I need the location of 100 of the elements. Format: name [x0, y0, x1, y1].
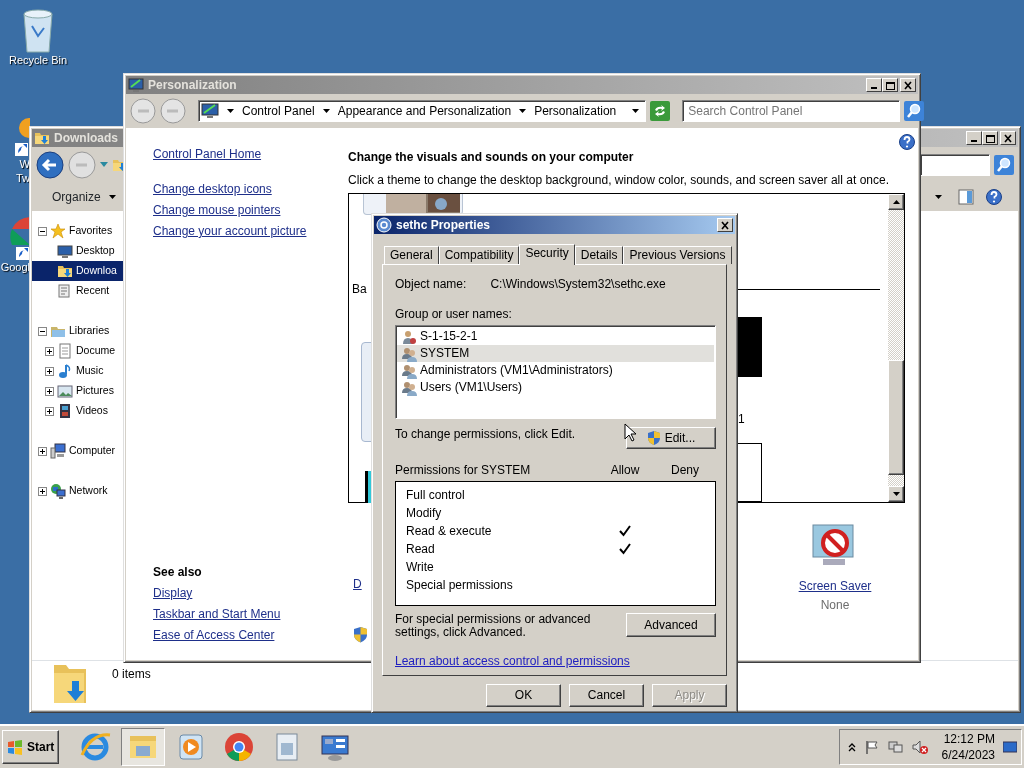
tab[interactable]: Previous Versions — [623, 246, 732, 264]
search-field[interactable] — [920, 154, 990, 176]
tree-item[interactable]: Recent — [32, 281, 124, 301]
advanced-button[interactable]: Advanced — [626, 613, 716, 637]
maximize-button[interactable] — [982, 131, 998, 145]
collapse-icon[interactable] — [38, 226, 47, 236]
task-link[interactable]: Change mouse pointers — [153, 200, 348, 221]
maximize-icon — [985, 133, 995, 143]
organize-button[interactable]: Organize — [44, 184, 124, 210]
videos-icon — [57, 403, 73, 419]
search-button[interactable] — [904, 101, 925, 121]
flag-icon[interactable] — [863, 739, 880, 755]
show-desktop-icon[interactable] — [1003, 741, 1017, 753]
tree-item[interactable]: Docume — [32, 341, 124, 361]
preview-pane-icon[interactable] — [958, 189, 974, 205]
scroll-up-button[interactable] — [888, 194, 904, 210]
tree-item[interactable]: Favorites — [32, 221, 124, 241]
screen-saver-link[interactable]: Screen Saver — [798, 579, 872, 594]
minimize-button[interactable] — [866, 78, 882, 92]
list-item[interactable]: SYSTEM — [397, 345, 714, 362]
dialog-button[interactable]: OK — [486, 684, 561, 707]
dropdown-icon[interactable] — [632, 109, 640, 113]
scrollbar[interactable] — [888, 194, 904, 502]
breadcrumb-item[interactable]: Appearance and Personalization — [337, 103, 512, 119]
arrow-up-icon — [892, 200, 900, 204]
back-button[interactable] — [36, 151, 64, 179]
breadcrumb-item[interactable]: Control Panel — [242, 103, 315, 119]
tab[interactable]: Details — [574, 246, 624, 264]
close-icon — [720, 220, 730, 230]
shortcut-icon — [13, 118, 30, 158]
edit-button[interactable]: Edit... — [626, 427, 716, 449]
page-heading: Change the visuals and sounds on your computer — [348, 150, 635, 165]
dropdown-icon[interactable] — [935, 195, 942, 199]
star-icon — [50, 223, 66, 239]
arrow-down-icon — [892, 492, 900, 496]
tree-item[interactable]: Pictures — [32, 381, 124, 401]
close-button[interactable] — [900, 78, 916, 92]
network-icon[interactable] — [887, 739, 904, 755]
expand-icon[interactable] — [38, 486, 47, 496]
tree-item[interactable]: Network — [32, 481, 124, 501]
tree-item[interactable]: Computer — [32, 441, 124, 461]
object-path: C:\Windows\System32\sethc.exe — [490, 277, 666, 292]
column-header: Deny — [670, 463, 700, 478]
see-also-link[interactable]: Ease of Access Center — [153, 625, 348, 646]
minimize-button[interactable] — [966, 131, 982, 145]
control-panel-icon — [128, 77, 144, 93]
status-text: 0 items — [112, 667, 151, 682]
expand-icon[interactable] — [38, 446, 47, 456]
tree-item[interactable]: Desktop — [32, 241, 124, 261]
list-item[interactable]: Users (VM1\Users) — [397, 379, 714, 396]
see-also-link[interactable]: Taskbar and Start Menu — [153, 604, 348, 625]
refresh-button[interactable] — [650, 101, 671, 121]
help-icon[interactable] — [899, 134, 915, 150]
minimize-icon — [871, 87, 877, 89]
tab[interactable]: General — [384, 246, 439, 264]
help-link[interactable]: Learn about access control and permissions — [395, 654, 716, 669]
task-link[interactable]: Change desktop icons — [153, 179, 348, 200]
task-link[interactable]: Control Panel Home — [153, 144, 348, 165]
recent-icon — [57, 283, 73, 299]
tree-item[interactable]: Libraries — [32, 321, 124, 341]
list-item[interactable]: Administrators (VM1\Administrators) — [397, 362, 714, 379]
close-button[interactable] — [1000, 131, 1016, 145]
dialog-button[interactable]: Cancel — [569, 684, 644, 707]
maximize-button[interactable] — [882, 78, 898, 92]
expand-icon[interactable] — [45, 406, 54, 416]
hint-text: For special permissions or advanced settings, click Advanced. — [395, 613, 592, 639]
close-icon — [903, 80, 913, 90]
search-field[interactable]: Search Control Panel — [682, 100, 901, 122]
caret-icon[interactable] — [322, 109, 330, 113]
caret-icon[interactable] — [227, 109, 234, 113]
start-button[interactable]: Start — [2, 730, 60, 764]
scroll-down-button[interactable] — [888, 486, 904, 502]
breadcrumb-item[interactable]: Personalization — [534, 103, 617, 119]
tree-item[interactable]: Videos — [32, 401, 124, 421]
list-item[interactable]: S-1-15-2-1 — [397, 328, 714, 345]
see-also-link[interactable]: Display — [153, 583, 348, 604]
tab[interactable]: Security — [519, 244, 575, 265]
collapse-icon[interactable] — [38, 326, 47, 336]
task-link[interactable]: Change your account picture — [153, 221, 348, 242]
chevron-icon[interactable] — [847, 742, 856, 752]
expand-icon[interactable] — [45, 346, 54, 356]
setting-link[interactable]: D — [353, 577, 368, 592]
tree-item[interactable]: Downloa — [32, 261, 124, 281]
expand-icon[interactable] — [45, 366, 54, 376]
field-label: Permissions for SYSTEM — [395, 463, 532, 478]
address-bar[interactable]: Control Panel Appearance and Personalization Personalization — [198, 100, 647, 122]
scrollbar-thumb[interactable] — [888, 360, 904, 475]
tree-item[interactable]: Music — [32, 361, 124, 381]
clock[interactable]: 12:12 PM 6/24/2023 — [941, 731, 995, 763]
caret-icon[interactable] — [519, 109, 527, 113]
taskbar-button[interactable] — [121, 728, 166, 766]
help-icon[interactable] — [986, 189, 1002, 205]
volume-muted-icon[interactable] — [911, 739, 928, 755]
search-button[interactable] — [994, 155, 1014, 175]
shield-icon — [353, 626, 368, 643]
tab[interactable]: Compatibility — [438, 246, 520, 264]
caret-icon — [108, 195, 116, 199]
expand-icon[interactable] — [45, 386, 54, 396]
close-button[interactable] — [717, 218, 733, 232]
icon-label: W — [19, 158, 30, 172]
